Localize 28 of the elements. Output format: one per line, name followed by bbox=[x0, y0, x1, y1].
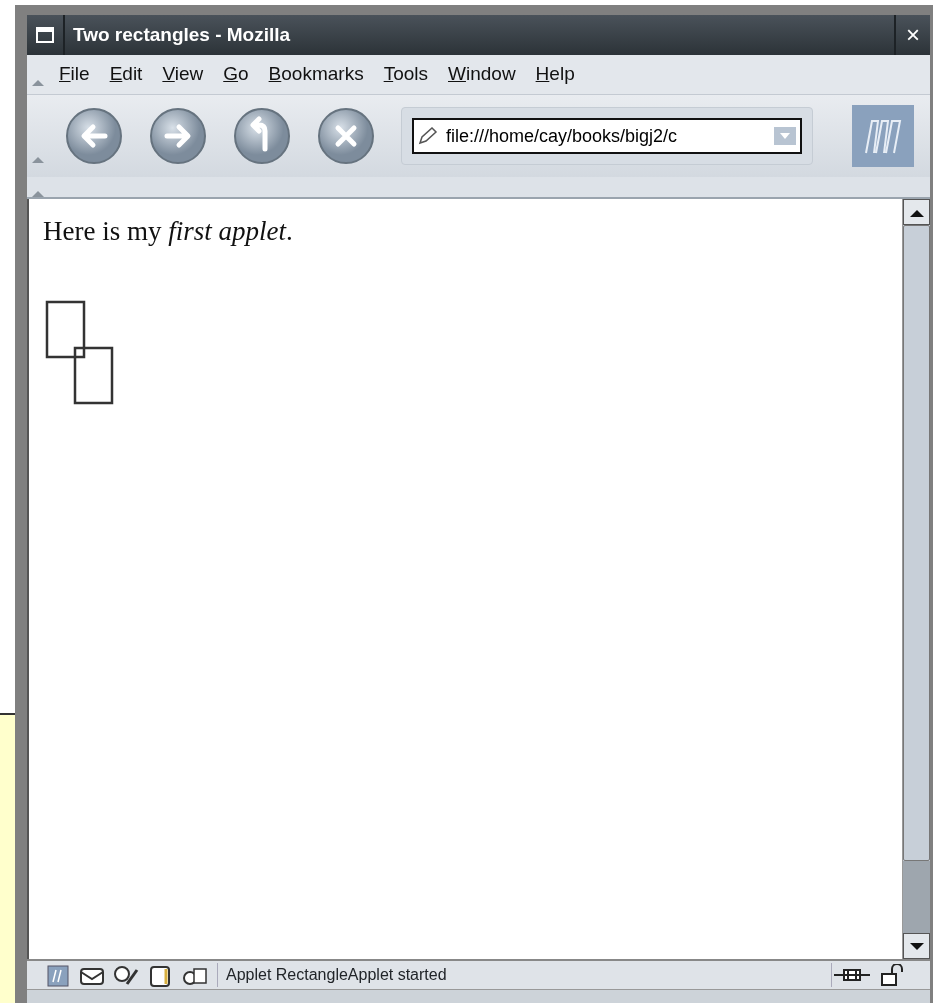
composer-icon[interactable] bbox=[111, 963, 141, 987]
up-arrow-icon bbox=[909, 208, 924, 217]
status-text: Applet RectangleApplet started bbox=[218, 963, 832, 987]
stop-button[interactable] bbox=[317, 107, 375, 165]
back-button[interactable] bbox=[65, 107, 123, 165]
collapse-icon[interactable] bbox=[32, 78, 44, 87]
down-arrow-icon bbox=[909, 942, 924, 951]
scroll-up-button[interactable] bbox=[903, 199, 930, 225]
page-heading: Here is my first applet. bbox=[43, 215, 294, 248]
unlocked-padlock-icon bbox=[880, 964, 906, 986]
menu-item[interactable]: View bbox=[152, 60, 214, 89]
forward-button[interactable] bbox=[149, 107, 207, 165]
menu-item[interactable]: File bbox=[49, 60, 100, 89]
menu-item[interactable]: Tools bbox=[373, 60, 438, 89]
window-menu-icon[interactable] bbox=[36, 27, 54, 43]
menu-item[interactable]: Help bbox=[525, 60, 585, 89]
menu-item[interactable]: Edit bbox=[99, 60, 153, 89]
connection-icon[interactable] bbox=[832, 966, 872, 984]
pencil-icon bbox=[418, 127, 438, 145]
caret-icon bbox=[779, 132, 791, 140]
scrollbar-thumb[interactable] bbox=[903, 225, 930, 861]
scroll-down-button[interactable] bbox=[903, 933, 930, 959]
menu-item[interactable]: Go bbox=[213, 60, 259, 89]
address-bar[interactable]: file:///home/cay/books/bigj2/c bbox=[412, 118, 802, 154]
menu-item[interactable]: Window bbox=[438, 60, 526, 89]
window-title: Two rectangles - Mozilla bbox=[73, 22, 291, 47]
menu-item[interactable]: Bookmarks bbox=[258, 60, 374, 89]
reload-button[interactable] bbox=[233, 107, 291, 165]
